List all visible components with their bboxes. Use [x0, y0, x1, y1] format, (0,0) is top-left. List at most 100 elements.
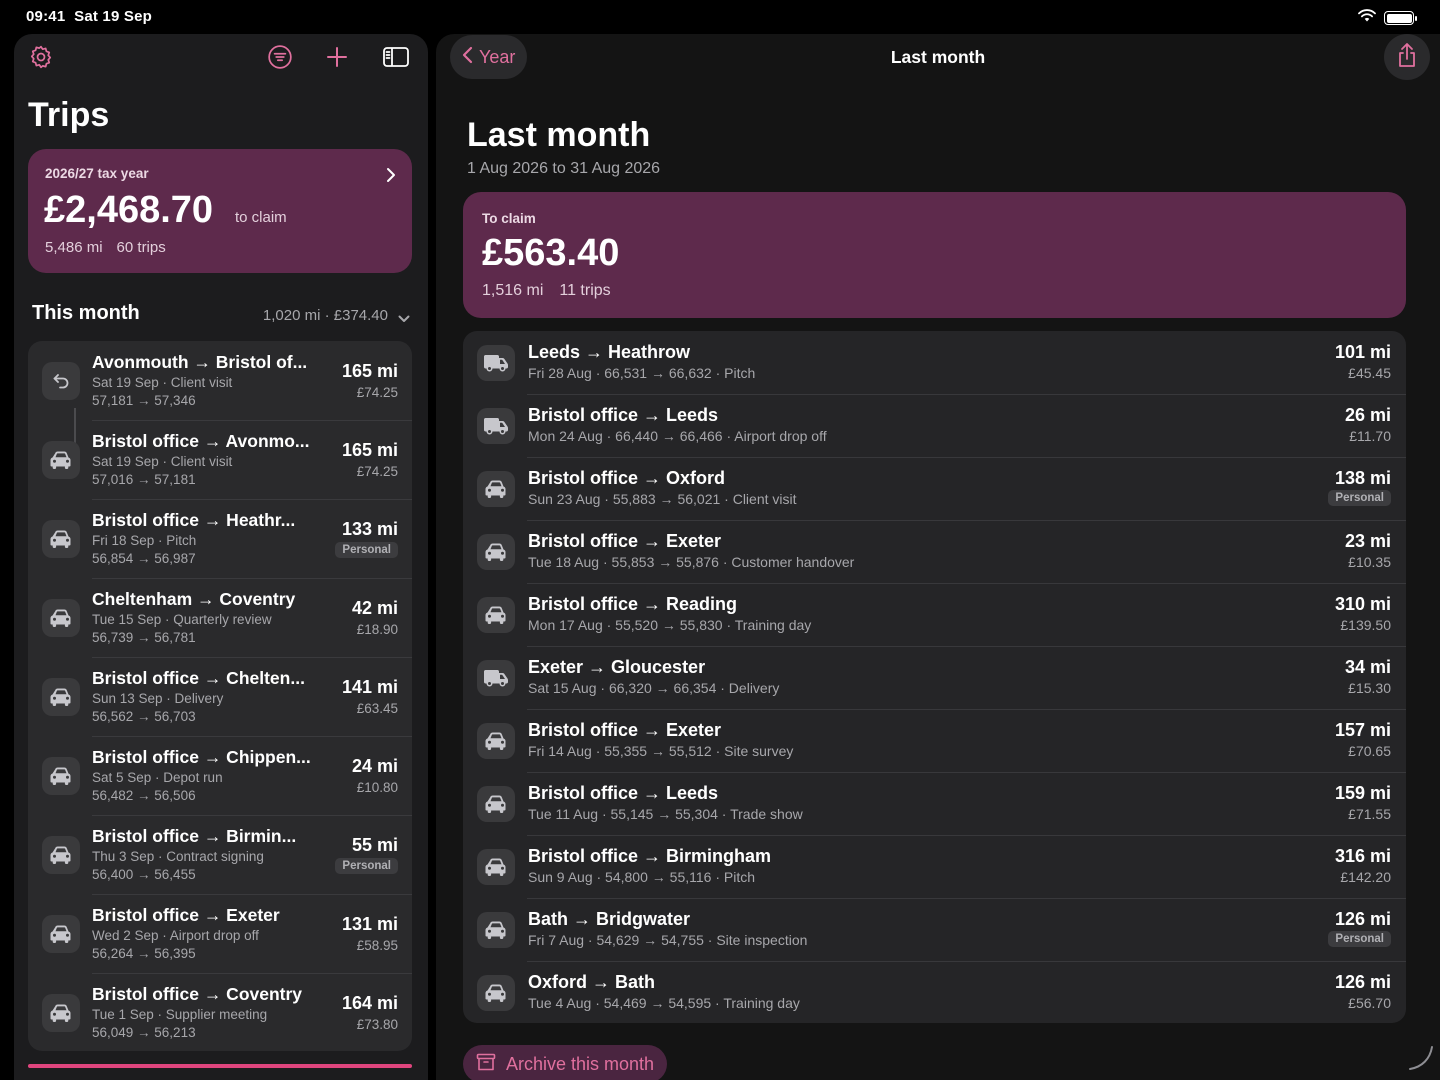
car-icon: [42, 994, 80, 1032]
claim-summary-card: To claim £563.40 1,516 mi 11 trips: [463, 192, 1406, 318]
list-item[interactable]: Bristol office → Exeter Tue 18 Aug · 55,8…: [463, 520, 1406, 583]
section-header-this-month[interactable]: This month 1,020 mi · £374.40: [32, 302, 416, 328]
list-item[interactable]: Oxford → Bath Tue 4 Aug · 54,469 → 54,595…: [463, 961, 1406, 1023]
trip-odometer: 56,739 → 56,781: [92, 630, 196, 645]
trip-route: Exeter → Gloucester: [528, 657, 706, 677]
list-item[interactable]: Bath → Bridgwater Fri 7 Aug · 54,629 → 54…: [463, 898, 1406, 961]
list-item[interactable]: Bristol office → Oxford Sun 23 Aug · 55,8…: [463, 457, 1406, 520]
scroll-edge-indicator: [28, 1064, 412, 1068]
detail-date-range: 1 Aug 2026 to 31 Aug 2026: [467, 160, 661, 177]
share-button[interactable]: [1384, 34, 1430, 80]
trip-route: Bristol office → Chelten...: [92, 668, 305, 688]
trip-distance: 101 mi: [1334, 342, 1391, 362]
trip-route: Bristol office → Leeds: [528, 405, 719, 425]
trip-meta: Tue 4 Aug · 54,469 → 54,595 · Training d…: [528, 995, 800, 1011]
list-item[interactable]: Bristol office → Birmingham Sun 9 Aug · 5…: [463, 835, 1406, 898]
trip-route: Bristol office → Exeter: [92, 905, 280, 925]
list-item[interactable]: Bristol office → Avonmo... Sat 19 Sep · C…: [28, 420, 412, 499]
resize-handle-icon[interactable]: [1406, 1043, 1434, 1076]
battery-icon: [1384, 11, 1417, 25]
trip-distance: 131 mi: [341, 914, 398, 934]
car-icon: [477, 912, 515, 948]
claim-trips: 11 trips: [559, 282, 611, 299]
car-icon: [42, 599, 80, 637]
trip-meta: Sun 9 Aug · 54,800 → 55,116 · Pitch: [528, 869, 756, 885]
trip-distance: 24 mi: [351, 756, 398, 776]
trip-amount: £142.20: [1340, 869, 1391, 885]
list-item[interactable]: Bristol office → Exeter Fri 14 Aug · 55,3…: [463, 709, 1406, 772]
trip-amount: £15.30: [1348, 680, 1391, 696]
trip-odometer: 57,016 → 57,181: [92, 472, 196, 487]
car-icon: [477, 975, 515, 1011]
list-item[interactable]: Cheltenham → Coventry Tue 15 Sep · Quarte…: [28, 578, 412, 657]
gear-icon[interactable]: [26, 42, 56, 72]
trip-route: Bristol office → Reading: [528, 594, 738, 614]
trip-route: Bristol office → Exeter: [528, 720, 722, 740]
trip-meta: Wed 2 Sep · Airport drop off: [92, 928, 259, 943]
sidebar-toggle-icon[interactable]: [381, 42, 411, 72]
list-item[interactable]: Exeter → Gloucester Sat 15 Aug · 66,320 →…: [463, 646, 1406, 709]
list-item[interactable]: Bristol office → Chippen... Sat 5 Sep · D…: [28, 736, 412, 815]
sidebar-toolbar: [14, 34, 428, 80]
month-trip-list: Leeds → Heathrow Fri 28 Aug · 66,531 → 66…: [463, 331, 1406, 1023]
trip-distance: 310 mi: [1334, 594, 1391, 614]
status-bar: 09:41 Sat 19 Sep: [0, 0, 1440, 34]
chevron-down-icon[interactable]: [398, 310, 410, 328]
trip-distance: 165 mi: [341, 440, 398, 460]
car-icon: [477, 849, 515, 885]
list-item[interactable]: Avonmouth → Bristol of... Sat 19 Sep · Cl…: [28, 341, 412, 446]
trip-meta: Fri 14 Aug · 55,355 → 55,512 · Site surv…: [528, 743, 794, 759]
list-item[interactable]: Bristol office → Leeds Mon 24 Aug · 66,44…: [463, 394, 1406, 457]
trip-amount: £10.35: [1348, 554, 1391, 570]
tax-year-trips: 60 trips: [116, 239, 166, 256]
list-item[interactable]: Bristol office → Exeter Wed 2 Sep · Airpo…: [28, 894, 412, 973]
add-trip-button[interactable]: [322, 42, 352, 72]
return-icon: [42, 362, 80, 400]
claim-label: To claim: [482, 211, 536, 226]
list-item[interactable]: Bristol office → Heathr... Fri 18 Sep · P…: [28, 499, 412, 578]
personal-badge: Personal: [1328, 490, 1391, 506]
page-title: Trips: [28, 96, 110, 134]
list-item[interactable]: Bristol office → Coventry Tue 1 Sep · Sup…: [28, 973, 412, 1051]
trip-amount: £70.65: [1348, 743, 1391, 759]
claim-stats: 1,516 mi 11 trips: [482, 282, 611, 300]
trip-distance: 316 mi: [1334, 846, 1391, 866]
trip-distance: 126 mi: [1334, 972, 1391, 992]
share-icon: [1396, 42, 1418, 73]
list-item[interactable]: Leeds → Heathrow Fri 28 Aug · 66,531 → 66…: [463, 331, 1406, 394]
car-icon: [42, 757, 80, 795]
tax-year-stats: 5,486 mi 60 trips: [45, 239, 166, 256]
archive-icon: [476, 1053, 496, 1076]
trip-odometer: 56,400 → 56,455: [92, 867, 196, 882]
filter-icon[interactable]: [265, 42, 295, 72]
trip-distance: 26 mi: [1344, 405, 1391, 425]
trip-route: Bristol office → Leeds: [528, 783, 719, 803]
tax-year-card[interactable]: 2026/27 tax year £2,468.70 to claim 5,48…: [28, 149, 412, 273]
trip-route: Leeds → Heathrow: [528, 342, 691, 362]
trip-odometer: 56,482 → 56,506: [92, 788, 196, 803]
list-item[interactable]: Bristol office → Leeds Tue 11 Aug · 55,14…: [463, 772, 1406, 835]
nav-title: Last month: [890, 47, 986, 67]
trip-odometer: 56,049 → 56,213: [92, 1025, 196, 1040]
trip-route: Cheltenham → Coventry: [92, 589, 296, 609]
list-item[interactable]: Bristol office → Birmin... Thu 3 Sep · Co…: [28, 815, 412, 894]
trip-meta: Tue 18 Aug · 55,853 → 55,876 · Customer …: [528, 554, 855, 570]
car-icon: [477, 786, 515, 822]
archive-month-button[interactable]: Archive this month: [463, 1045, 667, 1080]
trip-distance: 126 mi: [1334, 909, 1391, 929]
van-icon: [477, 345, 515, 381]
list-item[interactable]: Bristol office → Chelten... Sun 13 Sep · …: [28, 657, 412, 736]
trip-distance: 164 mi: [341, 993, 398, 1013]
van-icon: [477, 660, 515, 696]
car-icon: [477, 597, 515, 633]
trip-meta: Tue 11 Aug · 55,145 → 55,304 · Trade sho…: [528, 806, 803, 822]
trip-odometer: 56,264 → 56,395: [92, 946, 196, 961]
trip-meta: Tue 15 Sep · Quarterly review: [92, 612, 272, 627]
section-title: This month: [32, 302, 140, 324]
trip-amount: £10.80: [356, 780, 398, 795]
trip-meta: Sat 5 Sep · Depot run: [92, 770, 223, 785]
list-item[interactable]: Bristol office → Reading Mon 17 Aug · 55,…: [463, 583, 1406, 646]
trip-meta: Sat 19 Sep · Client visit: [92, 454, 233, 469]
trip-amount: £71.55: [1348, 806, 1391, 822]
car-icon: [477, 723, 515, 759]
